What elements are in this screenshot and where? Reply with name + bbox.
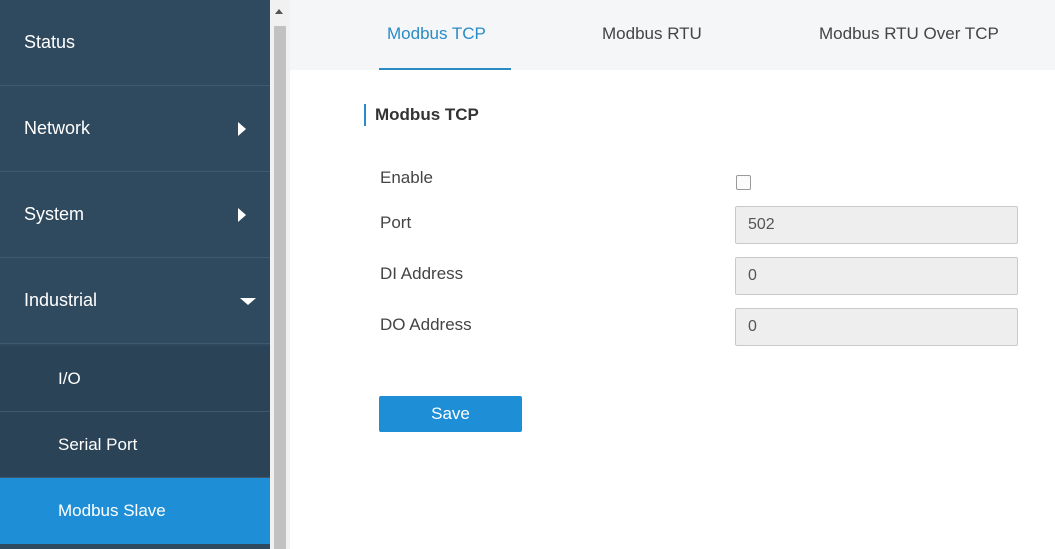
port-input[interactable] <box>735 206 1018 244</box>
sidebar-item-label: Industrial <box>24 290 98 310</box>
di-address-label: DI Address <box>380 264 464 283</box>
port-label: Port <box>380 213 412 232</box>
enable-checkbox[interactable] <box>736 175 751 190</box>
sidebar-item-label: I/O <box>58 368 81 388</box>
scroll-up-icon[interactable] <box>275 9 283 14</box>
sidebar-item-label: Modbus Slave <box>58 501 166 520</box>
sidebar-item-label: Status <box>24 32 76 52</box>
sidebar-item-industrial[interactable]: Industrial <box>0 258 270 344</box>
chevron-right-icon <box>238 121 246 136</box>
do-address-label: DO Address <box>380 315 472 334</box>
sidebar-item-label: Serial Port <box>58 434 138 454</box>
active-tab-indicator <box>379 68 511 70</box>
sidebar-scrollbar[interactable] <box>270 0 290 549</box>
sidebar-item-status[interactable]: Status <box>0 0 270 86</box>
sidebar-item-label: Network <box>24 118 91 138</box>
sidebar-item-label: System <box>24 204 85 224</box>
do-address-input[interactable] <box>735 308 1018 346</box>
sidebar: Status Network System Industrial I/O Ser… <box>0 0 270 549</box>
chevron-right-icon <box>238 207 246 222</box>
section-title: Modbus TCP <box>364 104 479 126</box>
sidebar-item-network[interactable]: Network <box>0 86 270 172</box>
tab-modbus-rtu-over-tcp[interactable]: Modbus RTU Over TCP <box>819 24 999 44</box>
sidebar-item-modbus-slave[interactable]: Modbus Slave <box>0 478 270 544</box>
enable-label: Enable <box>380 168 433 187</box>
chevron-down-icon <box>240 297 256 305</box>
sidebar-item-io[interactable]: I/O <box>0 346 270 412</box>
save-button[interactable]: Save <box>379 396 522 432</box>
tab-modbus-rtu[interactable]: Modbus RTU <box>602 24 702 44</box>
di-address-input[interactable] <box>735 257 1018 295</box>
scrollbar-thumb[interactable] <box>274 26 286 549</box>
sidebar-item-system[interactable]: System <box>0 172 270 258</box>
tab-modbus-tcp[interactable]: Modbus TCP <box>387 24 486 44</box>
sidebar-item-serial-port[interactable]: Serial Port <box>0 412 270 478</box>
